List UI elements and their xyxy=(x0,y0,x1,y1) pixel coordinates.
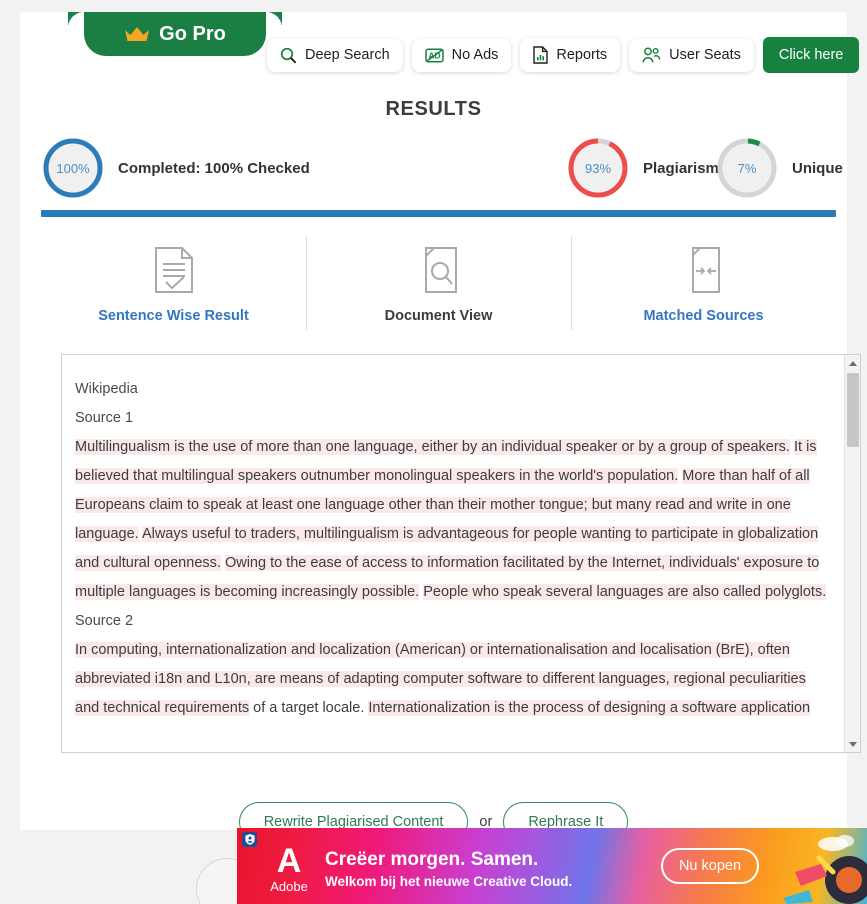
source-1-paragraph: Multilingualism is the use of more than … xyxy=(75,433,829,607)
stat-unique: 7% Unique xyxy=(715,136,843,200)
completed-progress-ring: 100% xyxy=(41,136,105,200)
tab-sentence-wise-result-label: Sentence Wise Result xyxy=(98,308,249,324)
ad-subline: Welkom bij het nieuwe Creative Cloud. xyxy=(325,874,573,889)
header-bar: Go Pro Deep Search AD xyxy=(20,12,860,74)
plagiarism-label: Plagiarism xyxy=(643,159,719,177)
document-match-icon xyxy=(683,246,725,294)
document-check-icon xyxy=(153,246,195,294)
text-segment: Multilingualism is the use of more than … xyxy=(75,439,790,455)
unique-label: Unique xyxy=(792,159,843,177)
completed-percent: 100% xyxy=(56,160,90,176)
source-1-heading: Source 1 xyxy=(75,410,134,426)
user-seats-button[interactable]: User Seats xyxy=(629,38,754,72)
stat-plagiarism: 93% Plagiarism xyxy=(566,136,719,200)
reports-button[interactable]: Reports xyxy=(520,38,621,72)
deep-search-button[interactable]: Deep Search xyxy=(267,38,403,72)
plagiarism-progress-ring: 93% xyxy=(566,136,630,200)
ad-cta-button[interactable]: Nu kopen xyxy=(661,848,759,884)
completed-label: Completed: 100% Checked xyxy=(118,159,310,177)
content-scrollbar[interactable] xyxy=(844,355,860,752)
no-ads-label: No Ads xyxy=(451,47,499,63)
tab-matched-sources-label: Matched Sources xyxy=(643,308,764,324)
ad-headline: Creëer morgen. Samen. xyxy=(325,849,539,870)
source-2-paragraph: In computing, internationalization and l… xyxy=(75,636,829,723)
ad-copy: Creëer morgen. Samen. Welkom bij het nie… xyxy=(325,848,572,892)
go-pro-tab[interactable]: Go Pro xyxy=(84,12,282,56)
plagiarism-checker-page: Go Pro Deep Search AD xyxy=(0,0,867,904)
report-document-icon xyxy=(533,46,549,64)
source-2-heading: Source 2 xyxy=(75,613,134,629)
search-icon xyxy=(280,47,297,64)
scrollbar-thumb[interactable] xyxy=(847,373,859,447)
results-card: RESULTS 100% Completed: 100% Checked 93%… xyxy=(20,74,861,842)
no-ads-button[interactable]: AD No Ads xyxy=(411,38,512,72)
text-segment: People who speak several languages are a… xyxy=(423,584,827,600)
unique-progress-ring: 7% xyxy=(715,136,779,200)
result-view-tabs: Sentence Wise Result Document View Match… xyxy=(41,230,836,340)
user-seats-label: User Seats xyxy=(669,47,741,63)
text-segment: Internationalization is the process of d… xyxy=(368,700,811,716)
adobe-logo: A Adobe xyxy=(251,844,327,895)
crown-icon xyxy=(124,25,150,43)
tab-matched-sources[interactable]: Matched Sources xyxy=(571,230,836,340)
overall-progress-bar xyxy=(41,210,836,217)
scroll-up-arrow-icon[interactable] xyxy=(845,355,860,371)
adobe-wordmark: Adobe xyxy=(270,879,308,894)
tab-document-view[interactable]: Document View xyxy=(306,230,571,340)
reports-label: Reports xyxy=(556,47,608,63)
document-search-icon xyxy=(418,246,460,294)
go-pro-label: Go Pro xyxy=(159,22,226,45)
plagiarism-percent: 93% xyxy=(584,160,612,176)
tab-sentence-wise-result[interactable]: Sentence Wise Result xyxy=(41,230,306,340)
unique-percent: 7% xyxy=(737,160,757,176)
users-icon xyxy=(642,46,661,64)
page-title: RESULTS xyxy=(385,98,482,120)
stat-completed: 100% Completed: 100% Checked xyxy=(41,136,310,200)
no-ads-icon: AD xyxy=(424,47,444,64)
adobe-mark: A xyxy=(276,842,302,880)
ad-artwork xyxy=(783,835,867,904)
header-button-group: Deep Search AD No Ads xyxy=(267,37,860,73)
deep-search-label: Deep Search xyxy=(305,47,390,63)
stats-row: 100% Completed: 100% Checked 93% Plagiar… xyxy=(20,128,847,212)
click-here-button[interactable]: Click here xyxy=(762,37,860,73)
tab-document-view-label: Document View xyxy=(384,308,493,324)
document-scroll-area[interactable]: Wikipedia Source 1 Multilingualism is th… xyxy=(62,355,846,752)
text-segment: of a target locale. xyxy=(249,700,369,716)
scroll-down-arrow-icon[interactable] xyxy=(845,736,860,752)
adobe-ad-banner[interactable]: A Adobe Creëer morgen. Samen. Welkom bij… xyxy=(237,828,867,904)
source-site-name: Wikipedia xyxy=(75,381,138,397)
document-content-box: Wikipedia Source 1 Multilingualism is th… xyxy=(61,354,861,753)
